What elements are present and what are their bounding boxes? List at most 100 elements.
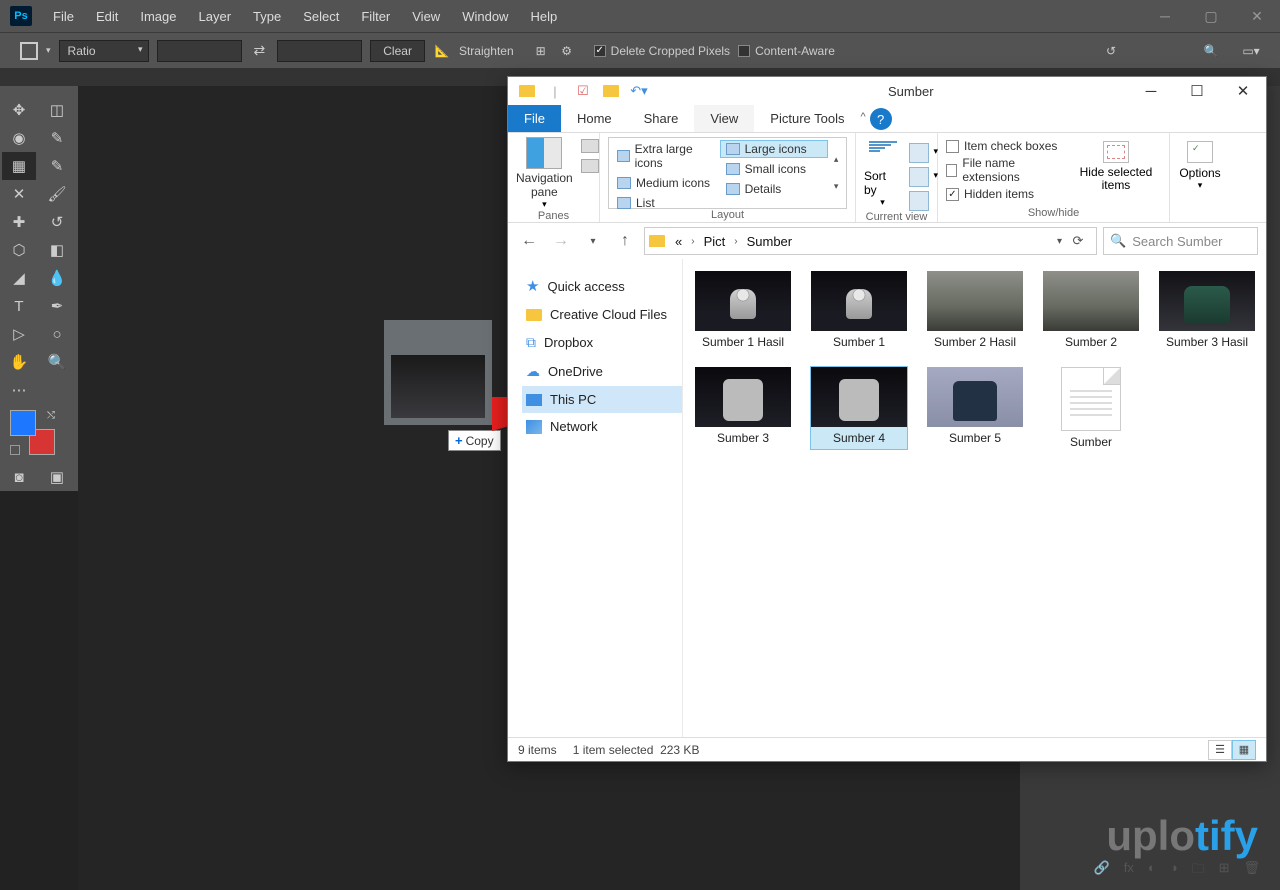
file-grid[interactable]: Sumber 1 Hasil Sumber 1 Sumber 2 Hasil S…	[683, 259, 1266, 737]
navigation-pane-button[interactable]: Navigation pane ▾	[516, 137, 573, 210]
tab-picture-tools[interactable]: Picture Tools	[754, 105, 860, 132]
file-extensions-toggle[interactable]: File name extensions	[946, 156, 1059, 184]
menu-filter[interactable]: Filter	[350, 9, 401, 24]
explorer-close[interactable]: ✕	[1220, 77, 1266, 105]
frame-tool[interactable]: ✕	[2, 180, 36, 208]
menu-image[interactable]: Image	[129, 9, 187, 24]
file-item[interactable]: Sumber 2 Hasil	[927, 271, 1023, 349]
menu-file[interactable]: File	[42, 9, 85, 24]
new-folder-icon[interactable]	[600, 81, 622, 101]
height-field[interactable]	[277, 40, 362, 62]
content-aware-checkbox[interactable]: Content-Aware	[738, 44, 835, 58]
file-item-selected[interactable]: Sumber 4	[811, 367, 907, 449]
eraser-tool[interactable]: ◧	[40, 236, 74, 264]
screenmode-tool[interactable]: ▣	[40, 463, 74, 491]
history-brush[interactable]: ↺	[40, 208, 74, 236]
icons-view-button[interactable]: ▦	[1232, 740, 1256, 760]
tab-home[interactable]: Home	[561, 105, 628, 132]
chevron-icon[interactable]: ›	[688, 236, 697, 247]
lasso-tool[interactable]: ◉	[2, 124, 36, 152]
ratio-dropdown[interactable]: Ratio	[59, 40, 149, 62]
crop-tool-icon[interactable]	[20, 42, 38, 60]
explorer-minimize[interactable]: ─	[1128, 77, 1174, 105]
crop-tool[interactable]: ▦	[2, 152, 36, 180]
brush-tool[interactable]: 🖌	[40, 180, 74, 208]
breadcrumb-dots[interactable]: «	[671, 234, 686, 249]
recent-dropdown[interactable]: ▾	[580, 228, 606, 254]
clear-button[interactable]: Clear	[370, 40, 425, 62]
layout-small[interactable]: Small icons	[720, 160, 829, 178]
more-tools[interactable]: ⋯	[2, 376, 36, 404]
details-pane-button[interactable]	[581, 159, 599, 173]
nav-dropbox[interactable]: ⧉Dropbox	[522, 328, 682, 357]
menu-layer[interactable]: Layer	[188, 9, 243, 24]
tab-share[interactable]: Share	[628, 105, 695, 132]
explorer-maximize[interactable]: ☐	[1174, 77, 1220, 105]
quickmask-tool[interactable]: ◙	[2, 463, 36, 491]
nav-this-pc[interactable]: This PC	[522, 386, 682, 413]
layout-medium[interactable]: Medium icons	[611, 174, 720, 192]
scroll-up-icon[interactable]: ▴	[828, 154, 844, 165]
gear-icon[interactable]: ⚙	[558, 42, 576, 60]
file-item[interactable]: Sumber 5	[927, 367, 1023, 449]
hide-selected-button[interactable]: Hide selected items	[1071, 139, 1161, 201]
ps-maximize[interactable]: ▢	[1188, 4, 1234, 28]
explorer-titlebar[interactable]: | ☑ ↶▾ Sumber ─ ☐ ✕	[508, 77, 1266, 105]
file-item[interactable]: Sumber 1	[811, 271, 907, 349]
folder-icon[interactable]	[516, 81, 538, 101]
pen-tool[interactable]: ✒	[40, 292, 74, 320]
menu-edit[interactable]: Edit	[85, 9, 129, 24]
address-dropdown[interactable]: ▾	[1057, 236, 1062, 247]
hand-tool[interactable]: ✋	[2, 348, 36, 376]
ps-minimize[interactable]: ─	[1142, 4, 1188, 28]
default-colors-icon[interactable]	[10, 445, 20, 455]
options-button[interactable]: Options ▾	[1178, 137, 1222, 191]
path-select-tool[interactable]: ▷	[2, 320, 36, 348]
file-item[interactable]: Sumber	[1043, 367, 1139, 449]
group-by-button[interactable]: ▾	[909, 143, 929, 163]
layout-details[interactable]: Details	[720, 180, 829, 198]
preview-pane-button[interactable]	[581, 139, 599, 153]
clone-tool[interactable]: ⬡	[2, 236, 36, 264]
nav-onedrive[interactable]: ☁OneDrive	[522, 357, 682, 386]
forward-button[interactable]: →	[548, 228, 574, 254]
nav-quick-access[interactable]: ★Quick access	[522, 271, 682, 301]
eyedropper-tool[interactable]: ✎	[40, 152, 74, 180]
collapse-ribbon-icon[interactable]: ^	[860, 111, 865, 132]
tab-file[interactable]: File	[508, 105, 561, 132]
width-field[interactable]	[157, 40, 242, 62]
file-item[interactable]: Sumber 2	[1043, 271, 1139, 349]
help-icon[interactable]: ?	[870, 108, 892, 130]
tab-view[interactable]: View	[694, 105, 754, 132]
zoom-tool[interactable]: 🔍	[40, 348, 74, 376]
swap-icon[interactable]: ⇄	[250, 42, 270, 59]
chevron-icon[interactable]: ›	[731, 236, 740, 247]
refresh-icon[interactable]: ⟳	[1064, 233, 1092, 249]
breadcrumb-pict[interactable]: Pict	[700, 234, 730, 249]
blur-tool[interactable]: 💧	[40, 264, 74, 292]
delete-cropped-checkbox[interactable]: Delete Cropped Pixels	[594, 44, 730, 58]
color-swatches[interactable]: ⤭	[10, 410, 55, 455]
grid-icon[interactable]: ⊞	[532, 42, 550, 60]
menu-view[interactable]: View	[401, 9, 451, 24]
quick-select-tool[interactable]: ✎	[40, 124, 74, 152]
workspace-icon[interactable]: ▭▾	[1242, 42, 1260, 60]
search-input[interactable]: 🔍 Search Sumber	[1103, 227, 1258, 255]
nav-creative-cloud[interactable]: Creative Cloud Files	[522, 301, 682, 328]
nav-network[interactable]: Network	[522, 413, 682, 440]
hidden-items-toggle[interactable]: Hidden items	[946, 187, 1059, 201]
healing-tool[interactable]: ✚	[2, 208, 36, 236]
straighten-icon[interactable]: 📐	[433, 42, 451, 60]
swap-colors-icon[interactable]: ⤭	[47, 410, 55, 421]
type-tool[interactable]: T	[2, 292, 36, 320]
ps-close[interactable]: ✕	[1234, 4, 1280, 28]
item-checkboxes-toggle[interactable]: Item check boxes	[946, 139, 1059, 153]
details-view-button[interactable]: ☰	[1208, 740, 1232, 760]
menu-help[interactable]: Help	[519, 9, 568, 24]
menu-window[interactable]: Window	[451, 9, 519, 24]
up-button[interactable]: ↑	[612, 228, 638, 254]
layout-extra-large[interactable]: Extra large icons	[611, 140, 720, 172]
marquee-tool[interactable]: ◫	[40, 96, 74, 124]
layout-large[interactable]: Large icons	[720, 140, 829, 158]
undo-icon[interactable]: ↶▾	[628, 81, 650, 101]
